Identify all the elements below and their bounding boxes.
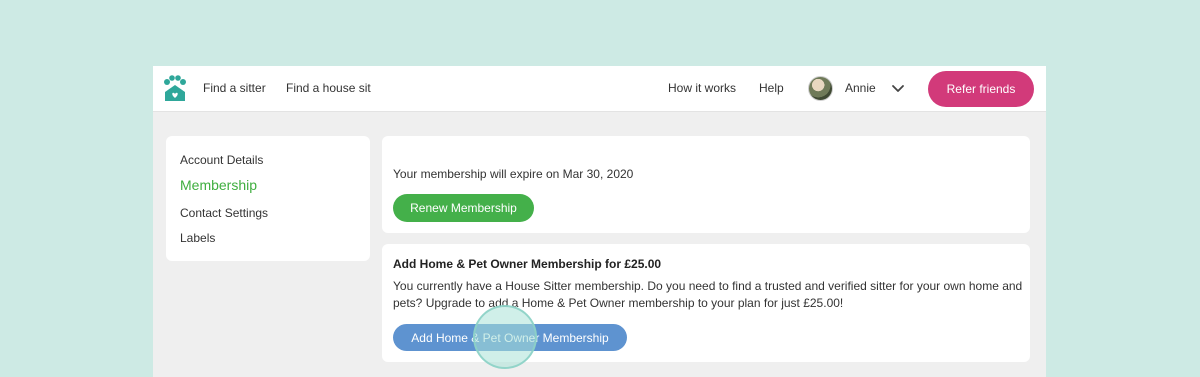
user-name[interactable]: Annie xyxy=(845,81,876,95)
user-avatar[interactable] xyxy=(808,76,833,101)
sidebar-item-account-details[interactable]: Account Details xyxy=(180,153,263,167)
refer-friends-button[interactable]: Refer friends xyxy=(928,71,1034,107)
app-window: Find a sitter Find a house sit How it wo… xyxy=(153,66,1046,377)
upgrade-card-title: Add Home & Pet Owner Membership for £25.… xyxy=(393,257,662,271)
nav-find-house-sit[interactable]: Find a house sit xyxy=(286,81,371,95)
sidebar-item-contact-settings[interactable]: Contact Settings xyxy=(180,206,268,220)
top-navigation-bar: Find a sitter Find a house sit How it wo… xyxy=(153,66,1046,112)
membership-expiry-text: Your membership will expire on Mar 30, 2… xyxy=(393,167,634,181)
sidebar-item-membership[interactable]: Membership xyxy=(180,177,257,193)
nav-find-sitter[interactable]: Find a sitter xyxy=(203,81,266,95)
renew-membership-button[interactable]: Renew Membership xyxy=(393,194,534,222)
sidebar-item-labels[interactable]: Labels xyxy=(180,231,215,245)
add-home-pet-owner-membership-button[interactable]: Add Home & Pet Owner Membership xyxy=(393,324,627,351)
chevron-down-icon[interactable] xyxy=(891,82,905,96)
upgrade-membership-card: Add Home & Pet Owner Membership for £25.… xyxy=(382,244,1030,362)
nav-help[interactable]: Help xyxy=(759,81,784,95)
settings-sidebar: Account Details Membership Contact Setti… xyxy=(166,136,370,261)
membership-status-card: Your membership will expire on Mar 30, 2… xyxy=(382,136,1030,233)
upgrade-card-description: You currently have a House Sitter member… xyxy=(393,279,1023,310)
nav-how-it-works[interactable]: How it works xyxy=(668,81,736,95)
paw-house-logo-icon[interactable] xyxy=(162,75,188,103)
